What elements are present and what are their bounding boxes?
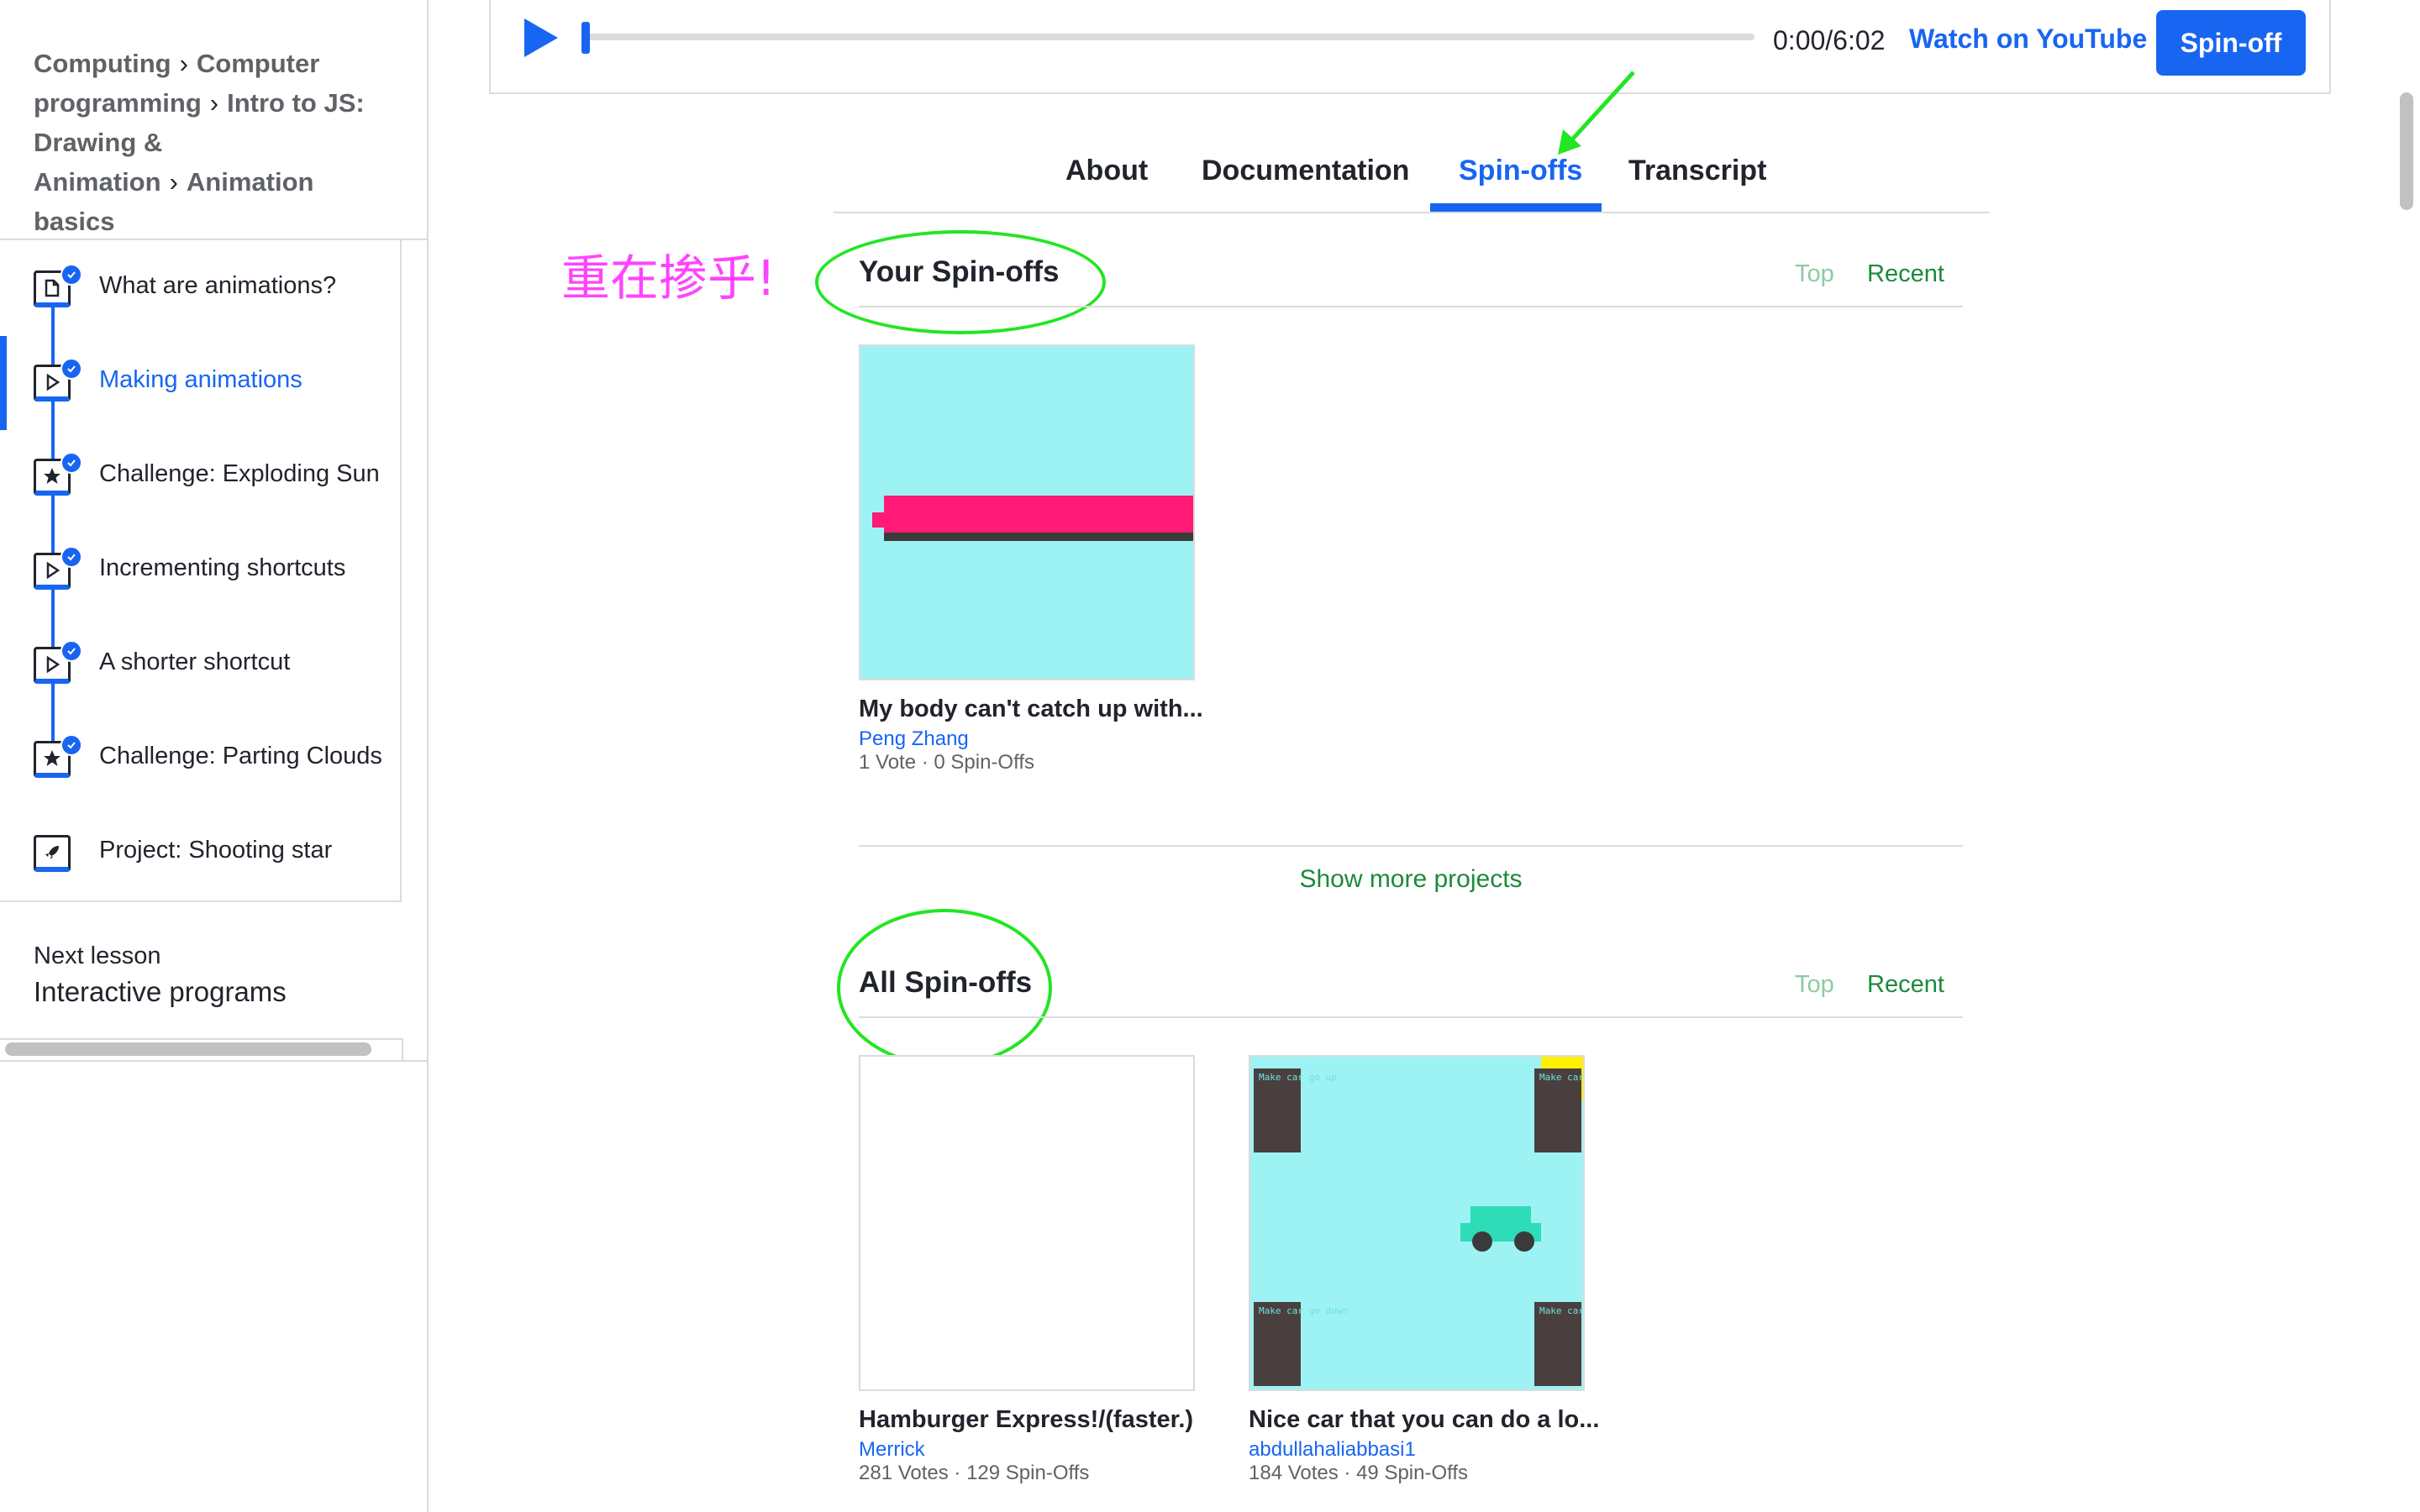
project-title[interactable]: My body can't catch up with... (859, 696, 1203, 723)
breadcrumb-item-computing[interactable]: Computing (34, 49, 171, 78)
project-author[interactable]: Peng Zhang (859, 727, 969, 751)
video-player-bar: 0:00/6:02 Watch on YouTube Spin-off (489, 0, 2331, 94)
project-title[interactable]: Hamburger Express!/(faster.) (859, 1406, 1193, 1434)
show-more-projects-link[interactable]: Show more projects (859, 865, 1963, 894)
breadcrumb-separator: › (209, 88, 219, 118)
thumb-label: Make car go down (1259, 1305, 1348, 1316)
project-stats: 281 Votes · 129 Spin-Offs (859, 1462, 1090, 1484)
sort-top-link[interactable]: Top (1795, 260, 1834, 288)
project-stats: 1 Vote · 0 Spin-Offs (859, 751, 1035, 774)
all-spinoffs-header: All Spin-offs Top Recent (859, 956, 1963, 1018)
project-thumbnail[interactable] (859, 344, 1195, 680)
watch-on-youtube-link[interactable]: Watch on YouTube (1909, 24, 2147, 55)
tab-documentation[interactable]: Documentation (1202, 155, 1409, 187)
tab-about[interactable]: About (1065, 155, 1148, 187)
lesson-item-challenge-exploding-sun[interactable]: Challenge: Exploding Sun (0, 428, 400, 522)
check-icon (60, 452, 82, 474)
check-icon (60, 546, 82, 568)
breadcrumb: Computing › Computer programming › Intro to … (34, 44, 387, 241)
page-scrollbar-thumb[interactable] (2400, 92, 2413, 210)
lesson-label: Project: Shooting star (99, 837, 333, 864)
check-icon (60, 734, 82, 756)
lesson-label: Making animations (99, 366, 302, 393)
lesson-item-what-are-animations[interactable]: What are animations? (0, 240, 400, 334)
project-stats: 184 Votes · 49 Spin-Offs (1249, 1462, 1469, 1484)
video-progress-track[interactable] (583, 34, 1754, 40)
thumb-label: Make car slow (1539, 1305, 1585, 1316)
thumb-label: Make car go up (1259, 1072, 1337, 1083)
thumb-label: Make car fast (1539, 1072, 1585, 1083)
spin-off-button[interactable]: Spin-off (2156, 10, 2306, 76)
breadcrumb-separator: › (169, 167, 178, 197)
lesson-item-a-shorter-shortcut[interactable]: A shorter shortcut (0, 617, 400, 711)
play-icon[interactable] (521, 17, 560, 59)
check-icon (60, 358, 82, 380)
sidebar-scrollbar-thumb[interactable] (5, 1042, 371, 1056)
section-title: Your Spin-offs (859, 255, 1060, 288)
project-title[interactable]: Nice car that you can do a lo... (1249, 1406, 1599, 1434)
lesson-label: What are animations? (99, 272, 337, 299)
lesson-list: What are animations? Making animations C… (0, 240, 402, 900)
lesson-item-challenge-parting-clouds[interactable]: Challenge: Parting Clouds (0, 711, 400, 805)
project-thumbnail[interactable]: Make car go up Make car fast Make car go… (1249, 1055, 1585, 1391)
lesson-label: Incrementing shortcuts (99, 554, 346, 581)
project-thumbnail-image: Make car go up Make car fast Make car go… (1250, 1057, 1585, 1389)
sort-recent-link[interactable]: Recent (1867, 260, 1944, 288)
tab-selected-underline (1430, 203, 1602, 212)
lesson-item-incrementing-shortcuts[interactable]: Incrementing shortcuts (0, 522, 400, 617)
annotation-note: 重在掺乎! (561, 249, 776, 307)
check-icon (60, 640, 82, 662)
breadcrumb-separator: › (179, 49, 188, 78)
divider (0, 1060, 427, 1062)
project-thumbnail-image (860, 346, 1193, 679)
lesson-label: Challenge: Exploding Sun (99, 460, 380, 487)
lesson-label: A shorter shortcut (99, 648, 291, 675)
rocket-icon (34, 835, 71, 872)
lesson-label: Challenge: Parting Clouds (99, 743, 382, 769)
lesson-item-making-animations[interactable]: Making animations (0, 334, 400, 428)
sidebar: Computing › Computer programming › Intro to … (0, 0, 429, 1512)
section-title: All Spin-offs (859, 966, 1033, 999)
sort-top-link[interactable]: Top (1795, 971, 1834, 999)
your-spinoffs-header: Your Spin-offs Top Recent (859, 245, 1963, 307)
project-author[interactable]: abdullahaliabbasi1 (1249, 1438, 1416, 1462)
tab-transcript[interactable]: Transcript (1628, 155, 1766, 187)
lesson-item-project-shooting-star[interactable]: Project: Shooting star (0, 805, 400, 899)
tab-bar: About Documentation Spin-offs Transcript (834, 141, 1990, 213)
check-icon (60, 264, 82, 286)
video-progress-knob[interactable] (581, 22, 590, 54)
annotation-arrow-icon (1558, 71, 1635, 155)
divider (859, 845, 1963, 847)
next-lesson-caption: Next lesson (34, 942, 161, 969)
next-lesson-link[interactable]: Interactive programs (34, 976, 287, 1008)
project-author[interactable]: Merrick (859, 1438, 925, 1462)
sort-recent-link[interactable]: Recent (1867, 971, 1944, 999)
divider (0, 900, 402, 902)
project-thumbnail[interactable] (859, 1055, 1195, 1391)
video-time: 0:00/6:02 (1773, 25, 1886, 55)
